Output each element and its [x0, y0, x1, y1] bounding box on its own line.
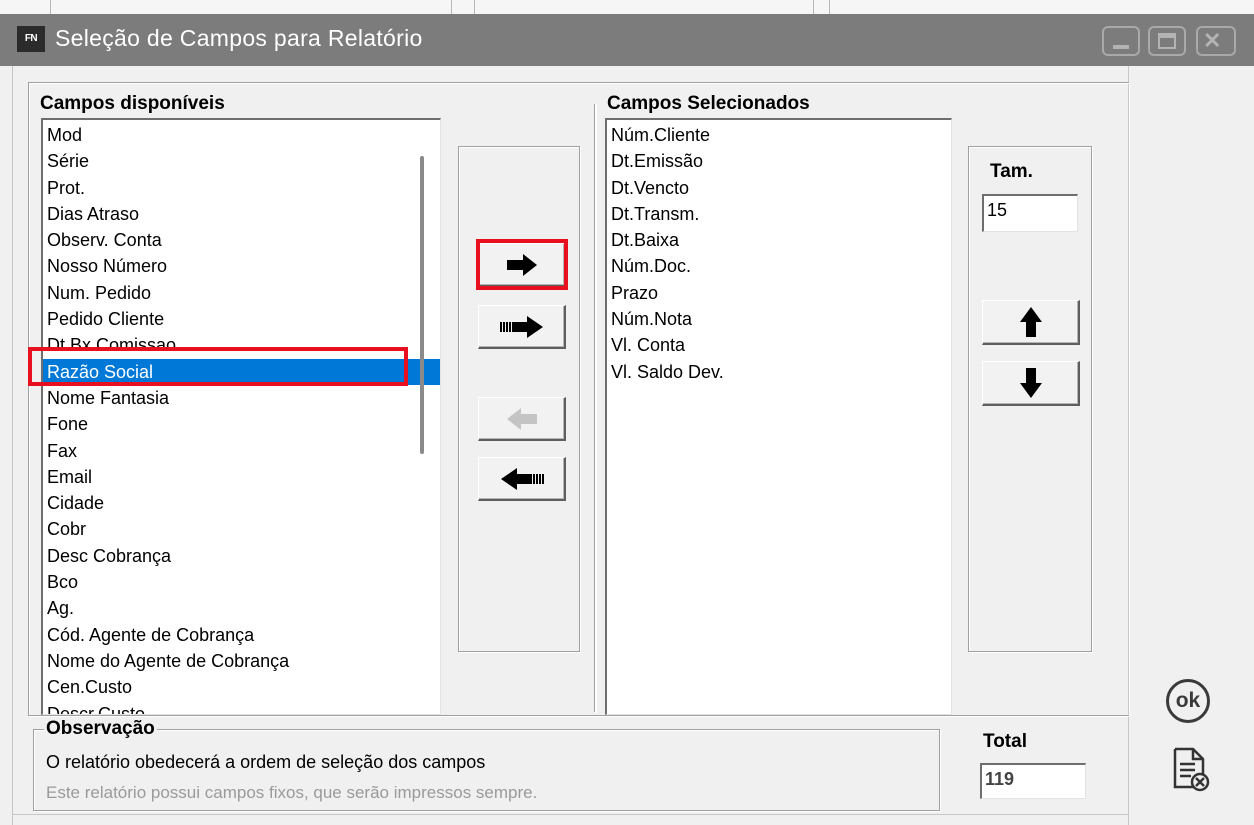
- maximize-button[interactable]: [1148, 26, 1186, 56]
- list-item[interactable]: Dias Atraso: [43, 201, 440, 227]
- list-item[interactable]: Cidade: [43, 490, 440, 516]
- total-label: Total: [983, 731, 1027, 752]
- list-item[interactable]: Prazo: [607, 280, 951, 306]
- list-item[interactable]: Prot.: [43, 175, 440, 201]
- list-item[interactable]: Pedido Cliente: [43, 306, 440, 332]
- selected-divider: [594, 104, 596, 712]
- window-title: Seleção de Campos para Relatório: [55, 25, 423, 51]
- list-item[interactable]: Email: [43, 464, 440, 490]
- list-item[interactable]: Num. Pedido: [43, 280, 440, 306]
- arrow-right-all-icon: [499, 315, 543, 338]
- list-item[interactable]: Cód. Agente de Cobrança: [43, 622, 440, 648]
- list-item[interactable]: Descr.Custo: [43, 701, 440, 714]
- arrow-down-icon: [1019, 368, 1042, 398]
- list-item[interactable]: Vl. Saldo Dev.: [607, 359, 951, 385]
- left-border: [0, 66, 13, 825]
- list-item[interactable]: Cobr: [43, 516, 440, 542]
- list-item[interactable]: Fone: [43, 411, 440, 437]
- background-window-strip: [0, 0, 1254, 15]
- document-cancel-icon: [1173, 747, 1210, 792]
- bottom-border: [12, 814, 1128, 815]
- ok-icon: ok: [1175, 689, 1201, 712]
- strip-separator: [829, 0, 830, 14]
- total-value: 119: [980, 763, 1086, 799]
- close-button[interactable]: ✕: [1196, 26, 1236, 56]
- strip-separator: [813, 0, 814, 14]
- list-item[interactable]: Observ. Conta: [43, 227, 440, 253]
- list-item[interactable]: Mod: [43, 122, 440, 148]
- ok-button[interactable]: ok: [1166, 679, 1210, 723]
- observation-note: Este relatório possui campos fixos, que …: [46, 783, 538, 802]
- selection-highlight: [28, 347, 408, 386]
- list-item[interactable]: Núm.Nota: [607, 306, 951, 332]
- available-fields-label: Campos disponíveis: [38, 93, 227, 115]
- selected-fields-label: Campos Selecionados: [605, 93, 812, 115]
- strip-separator: [50, 0, 51, 14]
- remove-all-fields-button[interactable]: [478, 457, 566, 501]
- size-input[interactable]: 15: [982, 194, 1078, 232]
- list-item[interactable]: Nome Fantasia: [43, 385, 440, 411]
- minimize-button[interactable]: [1102, 26, 1140, 56]
- available-fields-list[interactable]: Mod Série Prot. Dias Atraso Observ. Conta Nos…: [41, 118, 441, 715]
- maximize-icon: [1158, 33, 1176, 49]
- list-item[interactable]: Desc Cobrança: [43, 543, 440, 569]
- dialog-window: FN Seleção de Campos para Relatório ✕ Ca…: [0, 0, 1254, 825]
- list-item[interactable]: Dt.Vencto: [607, 175, 951, 201]
- list-item[interactable]: Bco: [43, 569, 440, 595]
- list-item[interactable]: Nosso Número: [43, 253, 440, 279]
- list-item[interactable]: Dt.Baixa: [607, 227, 951, 253]
- list-item[interactable]: Dt.Emissão: [607, 148, 951, 174]
- list-item[interactable]: Cen.Custo: [43, 674, 440, 700]
- arrow-left-all-icon: [500, 467, 544, 490]
- app-icon: FN: [17, 26, 45, 52]
- list-item[interactable]: Vl. Conta: [607, 332, 951, 358]
- minimize-icon: [1113, 45, 1129, 49]
- list-item[interactable]: Núm.Cliente: [607, 122, 951, 148]
- cancel-report-button[interactable]: [1171, 746, 1211, 792]
- move-down-button[interactable]: [982, 361, 1080, 406]
- selected-fields-list[interactable]: Núm.Cliente Dt.Emissão Dt.Vencto Dt.Transm.…: [605, 118, 952, 715]
- remove-field-button[interactable]: [478, 397, 566, 441]
- list-item[interactable]: Dt.Transm.: [607, 201, 951, 227]
- add-button-highlight: [476, 239, 568, 290]
- size-label: Tam.: [990, 161, 1033, 182]
- arrow-up-icon: [1019, 307, 1042, 337]
- available-list-scrollbar[interactable]: [420, 156, 424, 454]
- strip-separator: [474, 0, 475, 14]
- arrow-left-icon: [506, 407, 537, 430]
- list-item[interactable]: Núm.Doc.: [607, 253, 951, 279]
- list-item[interactable]: Ag.: [43, 595, 440, 621]
- add-all-fields-button[interactable]: [478, 305, 566, 349]
- list-item[interactable]: Série: [43, 148, 440, 174]
- move-up-button[interactable]: [982, 300, 1080, 345]
- strip-separator: [451, 0, 452, 14]
- list-item[interactable]: Nome do Agente de Cobrança: [43, 648, 440, 674]
- observation-label: Observação: [44, 718, 157, 740]
- close-icon: ✕: [1203, 28, 1222, 53]
- list-item[interactable]: Fax: [43, 438, 440, 464]
- observation-text: O relatório obedecerá a ordem de seleção…: [46, 752, 486, 772]
- title-bar[interactable]: FN Seleção de Campos para Relatório ✕: [0, 14, 1254, 66]
